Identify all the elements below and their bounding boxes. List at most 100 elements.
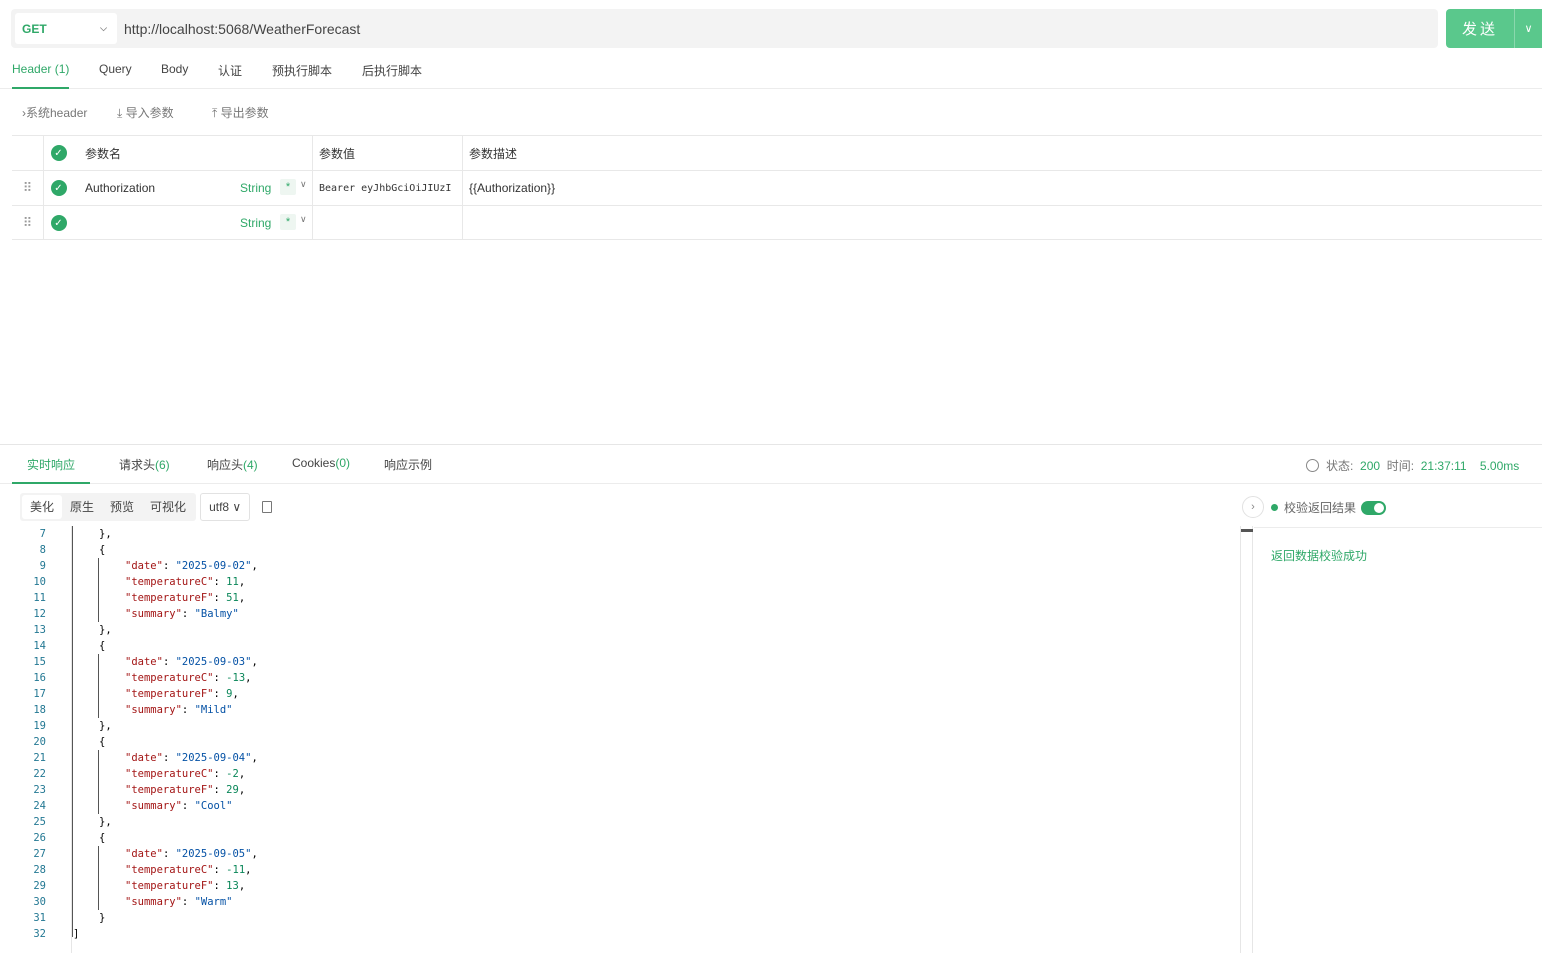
code-token: : — [213, 576, 227, 588]
code-token: } — [99, 912, 106, 924]
line-number: 14 — [33, 640, 46, 652]
param-desc-cell[interactable]: {{Authorization}} — [462, 171, 1542, 205]
param-desc[interactable]: {{Authorization}} — [469, 181, 555, 195]
check-icon[interactable]: ✓ — [50, 180, 67, 196]
code-token: , — [245, 864, 252, 876]
line-number: 31 — [33, 912, 46, 924]
code-line: 10 "temperatureC": 11, — [12, 574, 1240, 590]
code-line: 26 { — [12, 830, 1240, 846]
method-select[interactable]: GET ⌵ — [15, 13, 117, 44]
format-pretty[interactable]: 美化 — [22, 495, 63, 519]
code-line: 14 { — [12, 638, 1240, 654]
tab-body[interactable]: Body — [161, 62, 188, 89]
code-token: -11 — [226, 864, 246, 876]
tab-cookies[interactable]: Cookies(0) — [292, 456, 350, 484]
required-badge[interactable]: * — [280, 179, 296, 195]
send-dropdown-chevron-icon[interactable]: ∨ — [1515, 22, 1542, 35]
tab-response-example[interactable]: 响应示例 — [384, 456, 432, 484]
code-token: , — [251, 752, 258, 764]
code-token: : — [181, 608, 195, 620]
code-token: , — [238, 592, 246, 604]
param-name[interactable]: Authorization — [85, 181, 155, 195]
code-token: : — [213, 784, 227, 796]
row-check-cell[interactable]: ✓ — [43, 171, 73, 205]
send-button[interactable]: 发送 — [1446, 18, 1514, 39]
tab-query[interactable]: Query — [99, 62, 132, 89]
param-type[interactable]: String — [240, 216, 271, 230]
tab-header[interactable]: Header (1) — [12, 62, 70, 89]
line-number: 26 — [33, 832, 46, 844]
code-line: 15 "date": "2025-09-03", — [12, 654, 1240, 670]
globe-icon[interactable] — [1306, 459, 1319, 472]
tab-response-headers[interactable]: 响应头(4) — [207, 456, 258, 484]
code-text: }, — [99, 718, 112, 734]
param-desc-cell[interactable] — [462, 206, 1542, 240]
code-token: : — [213, 768, 227, 780]
code-text: "temperatureC": -2, — [125, 766, 245, 782]
line-number: 15 — [33, 656, 46, 668]
col-name-header: 参数名 — [73, 136, 313, 170]
chevron-down-icon[interactable]: ∨ — [300, 179, 307, 190]
import-params-button[interactable]: ⤓ 导入参数 — [117, 104, 174, 121]
param-name-cell[interactable]: String * ∨ — [73, 206, 313, 240]
code-line: 27 "date": "2025-09-05", — [12, 846, 1240, 862]
param-name-cell[interactable]: Authorization String * ∨ — [73, 171, 313, 205]
row-check-cell[interactable]: ✓ — [43, 206, 73, 240]
param-value-cell[interactable]: Bearer eyJhbGciOiJIUzI — [312, 171, 462, 205]
check-icon[interactable]: ✓ — [50, 215, 67, 231]
code-token: : — [181, 896, 195, 908]
encoding-select[interactable]: utf8 ∨ — [200, 493, 251, 521]
code-text: }, — [99, 526, 112, 542]
tab-request-headers[interactable]: 请求头(6) — [119, 456, 170, 484]
tab-auth[interactable]: 认证 — [218, 62, 242, 89]
line-number: 12 — [33, 608, 46, 620]
check-all-icon[interactable]: ✓ — [50, 145, 67, 161]
method-label: GET — [22, 21, 47, 36]
required-badge[interactable]: * — [280, 214, 296, 230]
url-bar: GET ⌵ http://localhost:5068/WeatherForec… — [11, 9, 1438, 48]
copy-icon[interactable] — [262, 498, 278, 513]
code-token: , — [251, 848, 258, 860]
code-line: 24 "summary": "Cool" — [12, 798, 1240, 814]
code-token: }, — [99, 528, 112, 540]
tab-live-response[interactable]: 实时响应 — [12, 456, 91, 484]
format-raw[interactable]: 原生 — [62, 495, 102, 519]
request-headers-count: (6) — [155, 458, 170, 472]
tab-post-script[interactable]: 后执行脚本 — [362, 62, 422, 89]
line-number: 18 — [33, 704, 46, 716]
param-type[interactable]: String — [240, 181, 271, 195]
code-line: 29 "temperatureF": 13, — [12, 878, 1240, 894]
code-token: : — [213, 864, 227, 876]
system-header-toggle[interactable]: ›系统header — [22, 104, 87, 121]
code-text: { — [99, 542, 105, 558]
code-token: "temperatureC" — [125, 864, 214, 876]
line-number: 9 — [39, 560, 46, 572]
export-params-button[interactable]: ⤒ 导出参数 — [212, 104, 269, 121]
code-token: , — [238, 880, 246, 892]
line-number: 22 — [33, 768, 46, 780]
code-line: 22 "temperatureC": -2, — [12, 766, 1240, 782]
col-value-label: 参数值 — [319, 146, 356, 161]
code-text: }, — [99, 814, 112, 830]
drag-handle-icon[interactable]: ⠿ — [12, 171, 43, 205]
code-text: { — [99, 638, 105, 654]
drag-handle-icon[interactable]: ⠿ — [12, 206, 43, 240]
url-input[interactable]: http://localhost:5068/WeatherForecast — [124, 21, 360, 37]
line-number: 30 — [33, 896, 46, 908]
select-all-cell[interactable]: ✓ — [43, 136, 73, 170]
chevron-down-icon[interactable]: ∨ — [300, 214, 307, 225]
code-token: : — [213, 880, 227, 892]
format-preview[interactable]: 预览 — [102, 495, 142, 519]
param-value[interactable]: Bearer eyJhbGciOiJIUzI — [319, 183, 451, 194]
validation-toggle[interactable] — [1361, 500, 1387, 515]
code-scrollbar[interactable] — [1240, 526, 1253, 953]
param-value-cell[interactable] — [312, 206, 462, 240]
validation-panel: 校验返回结果 返回数据校验成功 — [1254, 485, 1542, 953]
tab-pre-script[interactable]: 预执行脚本 — [272, 62, 332, 89]
cookies-count: (0) — [335, 456, 351, 470]
scrollbar-thumb[interactable] — [1241, 529, 1253, 532]
format-visualize[interactable]: 可视化 — [142, 495, 194, 519]
response-code-editor[interactable]: 7}, 8{9 "date": "2025-09-02", 10 "temperatur… — [12, 526, 1240, 953]
code-text: { — [99, 734, 105, 750]
code-line: 19}, — [12, 718, 1240, 734]
